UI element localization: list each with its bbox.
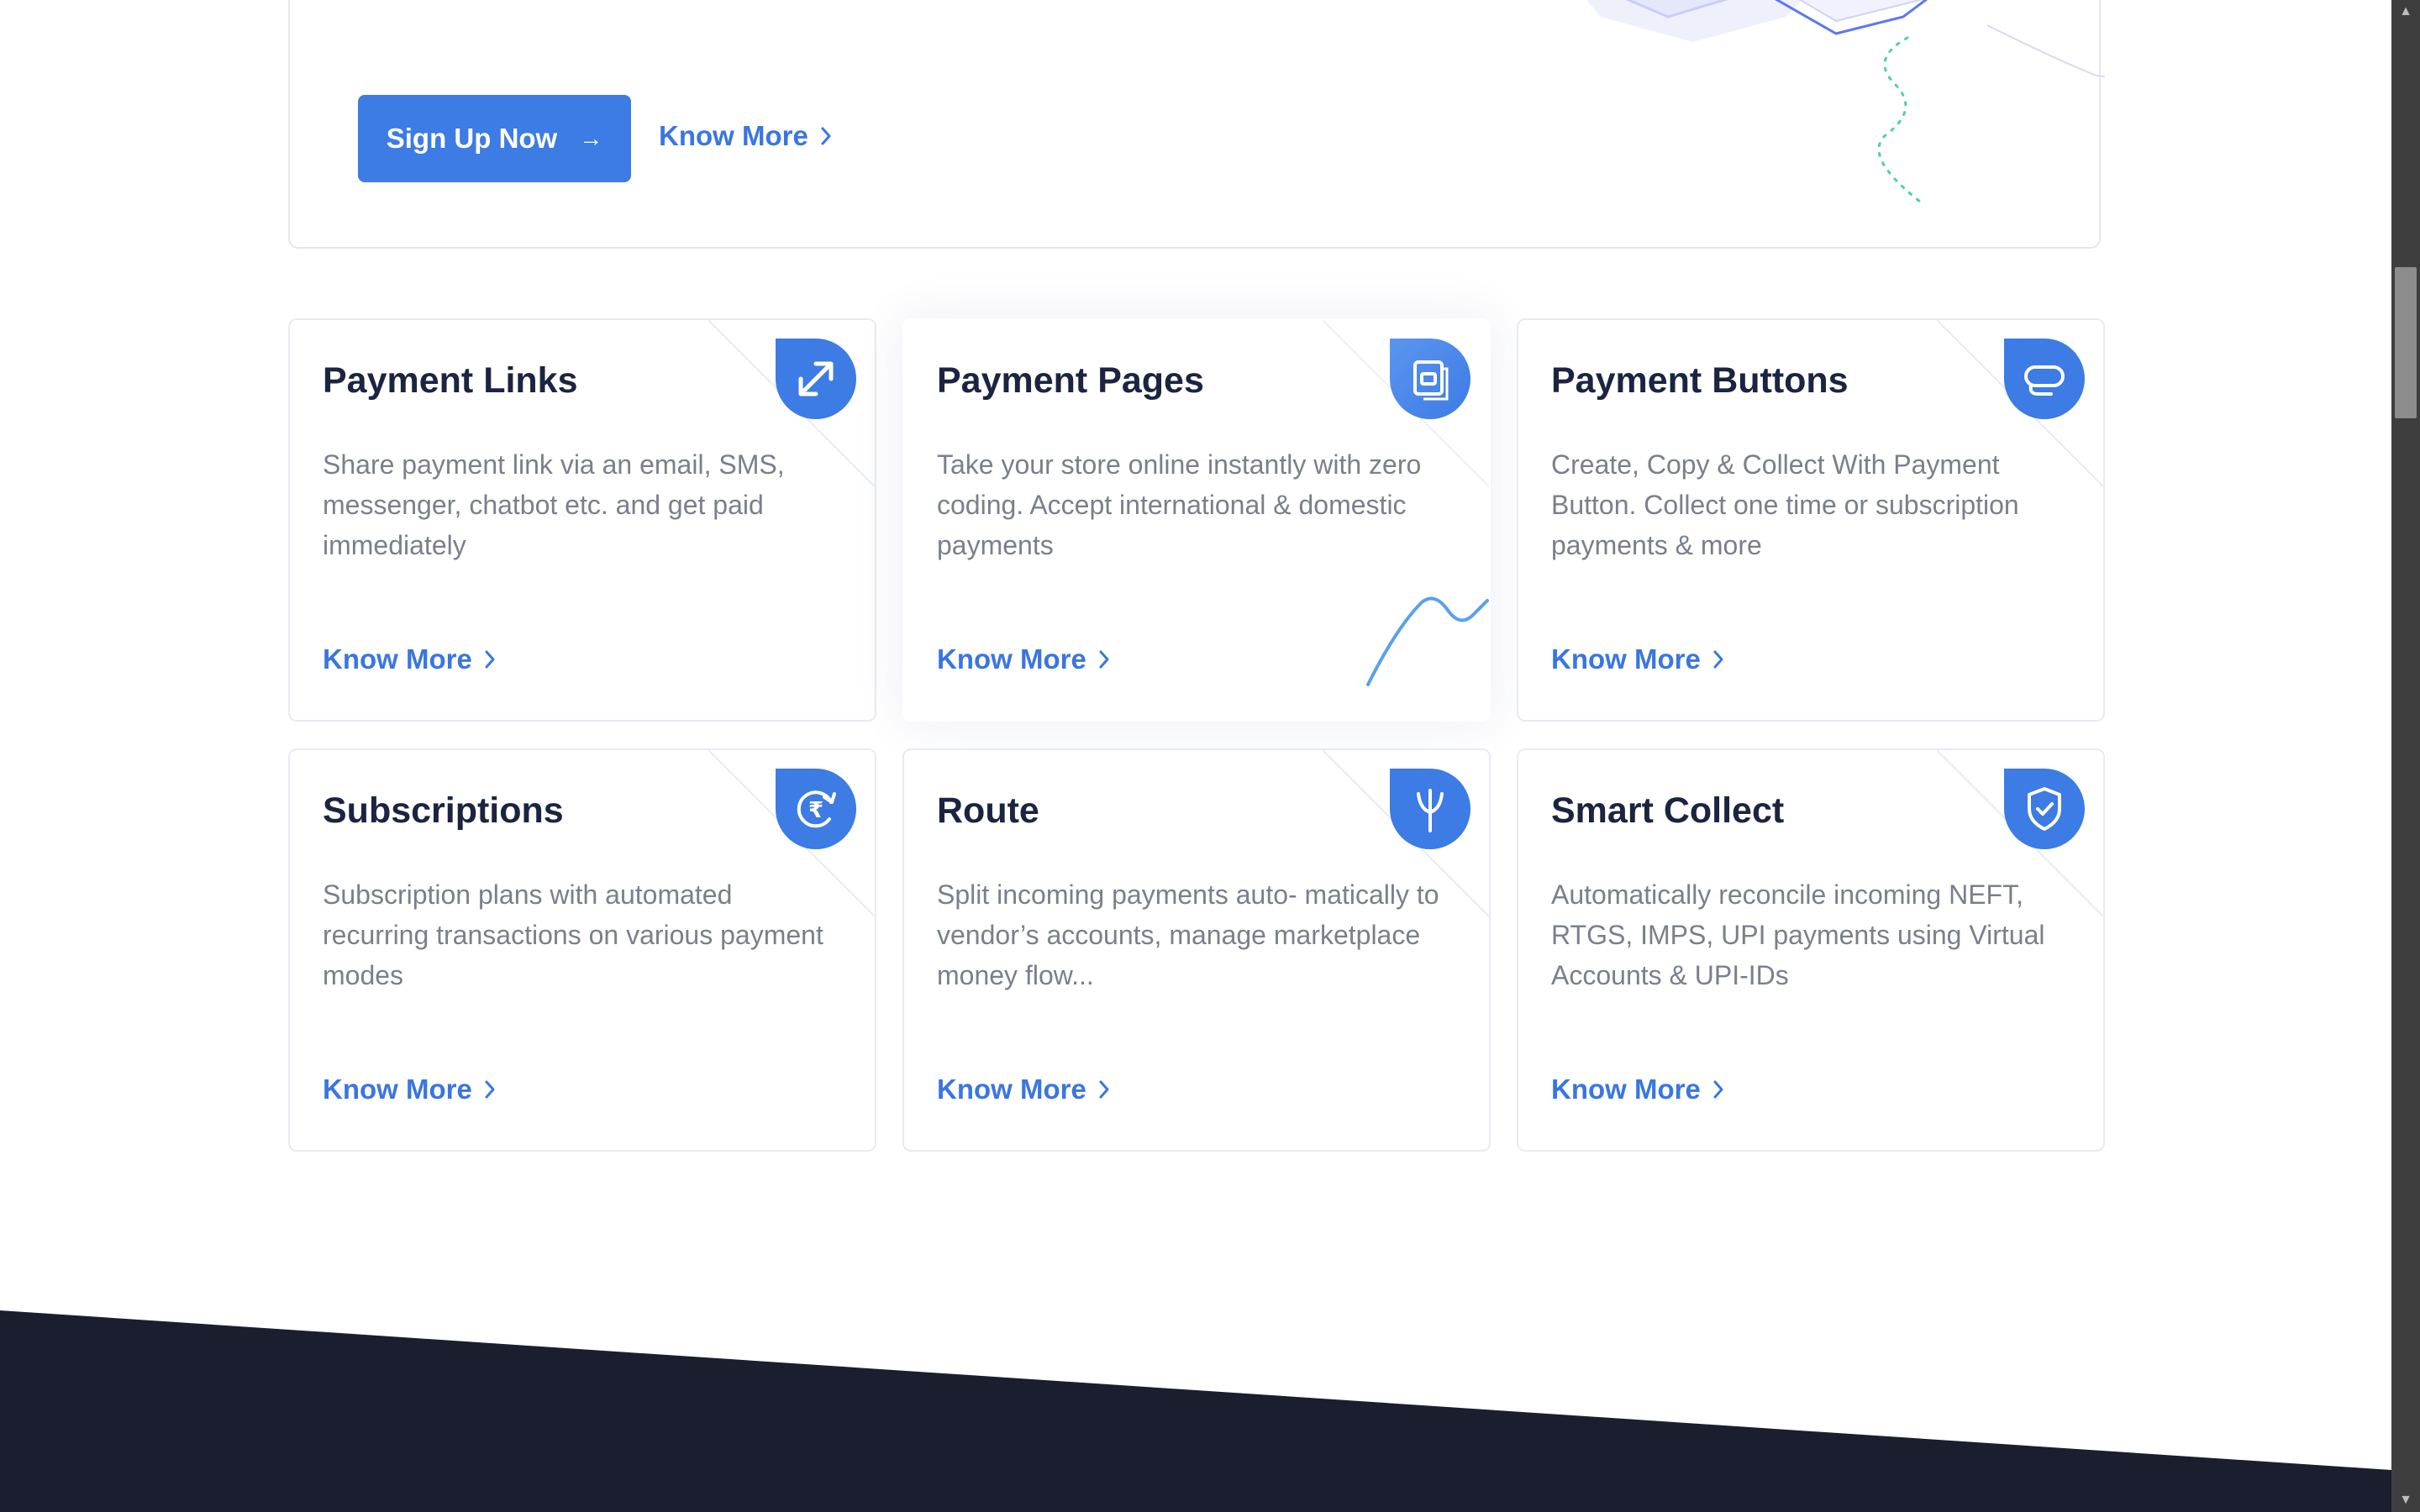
hero-card: Sign Up Now → Know More: [288, 0, 2105, 249]
swap-arrows-icon: [776, 339, 856, 423]
card-know-more-label: Know More: [1551, 1074, 1701, 1105]
card-title: Smart Collect: [1551, 790, 1785, 831]
card-subscriptions[interactable]: ₹ Subscriptions Subscription plans with …: [288, 748, 876, 1152]
card-know-more-link[interactable]: Know More: [1551, 643, 1724, 675]
card-title: Subscriptions: [323, 790, 564, 831]
card-title: Payment Buttons: [1551, 360, 1849, 401]
arrow-right-icon: →: [579, 125, 603, 151]
card-know-more-link[interactable]: Know More: [323, 643, 496, 675]
card-know-more-label: Know More: [323, 1074, 472, 1105]
card-know-more-link[interactable]: Know More: [937, 643, 1110, 675]
button-icon: [2004, 339, 2085, 423]
card-description: Create, Copy & Collect With Payment Butt…: [1551, 449, 2019, 560]
card-description: Subscription plans with automated recurr…: [323, 879, 823, 990]
card-description: Automatically reconcile incoming NEFT, R…: [1551, 879, 2045, 990]
card-description: Split incoming payments auto- matically …: [937, 879, 1439, 990]
card-description: Take your store online instantly with ze…: [937, 449, 1422, 560]
card-know-more-link[interactable]: Know More: [1551, 1074, 1724, 1105]
chevron-right-icon: [485, 1080, 495, 1099]
card-know-more-label: Know More: [937, 643, 1086, 675]
chevron-right-icon: [1099, 650, 1109, 669]
sign-up-now-label: Sign Up Now: [386, 123, 558, 154]
scrollbar-thumb[interactable]: [2395, 267, 2417, 418]
card-title: Payment Pages: [937, 360, 1204, 401]
card-payment-links[interactable]: Payment Links Share payment link via an …: [288, 318, 876, 722]
chevron-right-icon: [1099, 1080, 1109, 1099]
split-route-icon: [1390, 769, 1470, 853]
card-title: Payment Links: [323, 360, 578, 401]
hero-illustration: [1586, 0, 2105, 203]
card-route[interactable]: Route Split incoming payments auto- mati…: [902, 748, 1491, 1152]
decorative-wave: [1366, 596, 1489, 686]
card-description: Share payment link via an email, SMS, me…: [323, 449, 785, 560]
hero-know-more-label: Know More: [659, 120, 808, 151]
chevron-right-icon: [1713, 650, 1723, 669]
card-know-more-link[interactable]: Know More: [937, 1074, 1110, 1105]
card-smart-collect[interactable]: Smart Collect Automatically reconcile in…: [1517, 748, 2105, 1152]
card-know-more-label: Know More: [323, 643, 472, 675]
card-know-more-label: Know More: [1551, 643, 1701, 675]
scroll-up-arrow-icon[interactable]: ▲: [2391, 0, 2420, 24]
chevron-right-icon: [821, 127, 831, 145]
card-title: Route: [937, 790, 1039, 831]
scroll-down-arrow-icon[interactable]: ▼: [2391, 1488, 2420, 1512]
card-know-more-label: Know More: [937, 1074, 1086, 1105]
chevron-right-icon: [1713, 1080, 1723, 1099]
vertical-scrollbar[interactable]: ▲ ▼: [2391, 0, 2420, 1512]
rupee-refresh-icon: ₹: [776, 769, 856, 853]
sign-up-now-button[interactable]: Sign Up Now →: [358, 95, 631, 182]
page-icon: [1390, 339, 1470, 423]
footer-band: [0, 1310, 2391, 1512]
card-payment-pages[interactable]: Payment Pages Take your store online ins…: [902, 318, 1491, 722]
chevron-right-icon: [485, 650, 495, 669]
card-payment-buttons[interactable]: Payment Buttons Create, Copy & Collect W…: [1517, 318, 2105, 722]
shield-check-icon: [2004, 769, 2085, 853]
hero-know-more-link[interactable]: Know More: [659, 120, 832, 152]
card-know-more-link[interactable]: Know More: [323, 1074, 496, 1105]
svg-text:₹: ₹: [808, 798, 823, 823]
